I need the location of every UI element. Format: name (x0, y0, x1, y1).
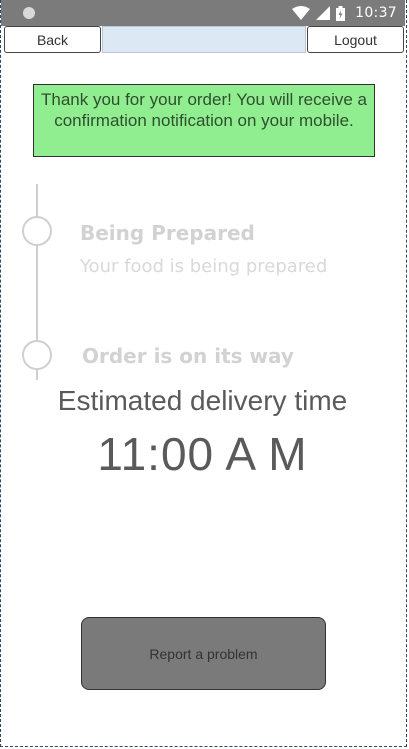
top-toolbar: Back Logout (4, 26, 404, 54)
battery-icon (336, 5, 346, 21)
title-field (102, 26, 306, 53)
status-time: 10:37 (355, 5, 397, 21)
notification-dot-icon (23, 7, 35, 19)
step-circle-icon (22, 216, 52, 246)
status-bar: 10:37 (1, 0, 405, 26)
step-circle-icon (22, 340, 52, 370)
report-problem-button[interactable]: Report a problem (81, 617, 326, 690)
step-title: Order is on its way (82, 344, 294, 368)
order-progress-timeline: Being Prepared Your food is being prepar… (0, 184, 405, 380)
status-icons: 10:37 (292, 4, 397, 22)
wifi-icon (292, 6, 311, 20)
step-subtitle: Your food is being prepared (80, 256, 328, 277)
delivery-time-value: 11:00 A M (97, 428, 308, 480)
step-title: Being Prepared (80, 221, 255, 245)
signal-icon (316, 6, 331, 20)
order-confirmation-message: Thank you for your order! You will recei… (33, 84, 375, 157)
back-button[interactable]: Back (4, 26, 101, 53)
delivery-time-label: Estimated delivery time (57, 385, 348, 416)
logout-button[interactable]: Logout (307, 26, 404, 53)
